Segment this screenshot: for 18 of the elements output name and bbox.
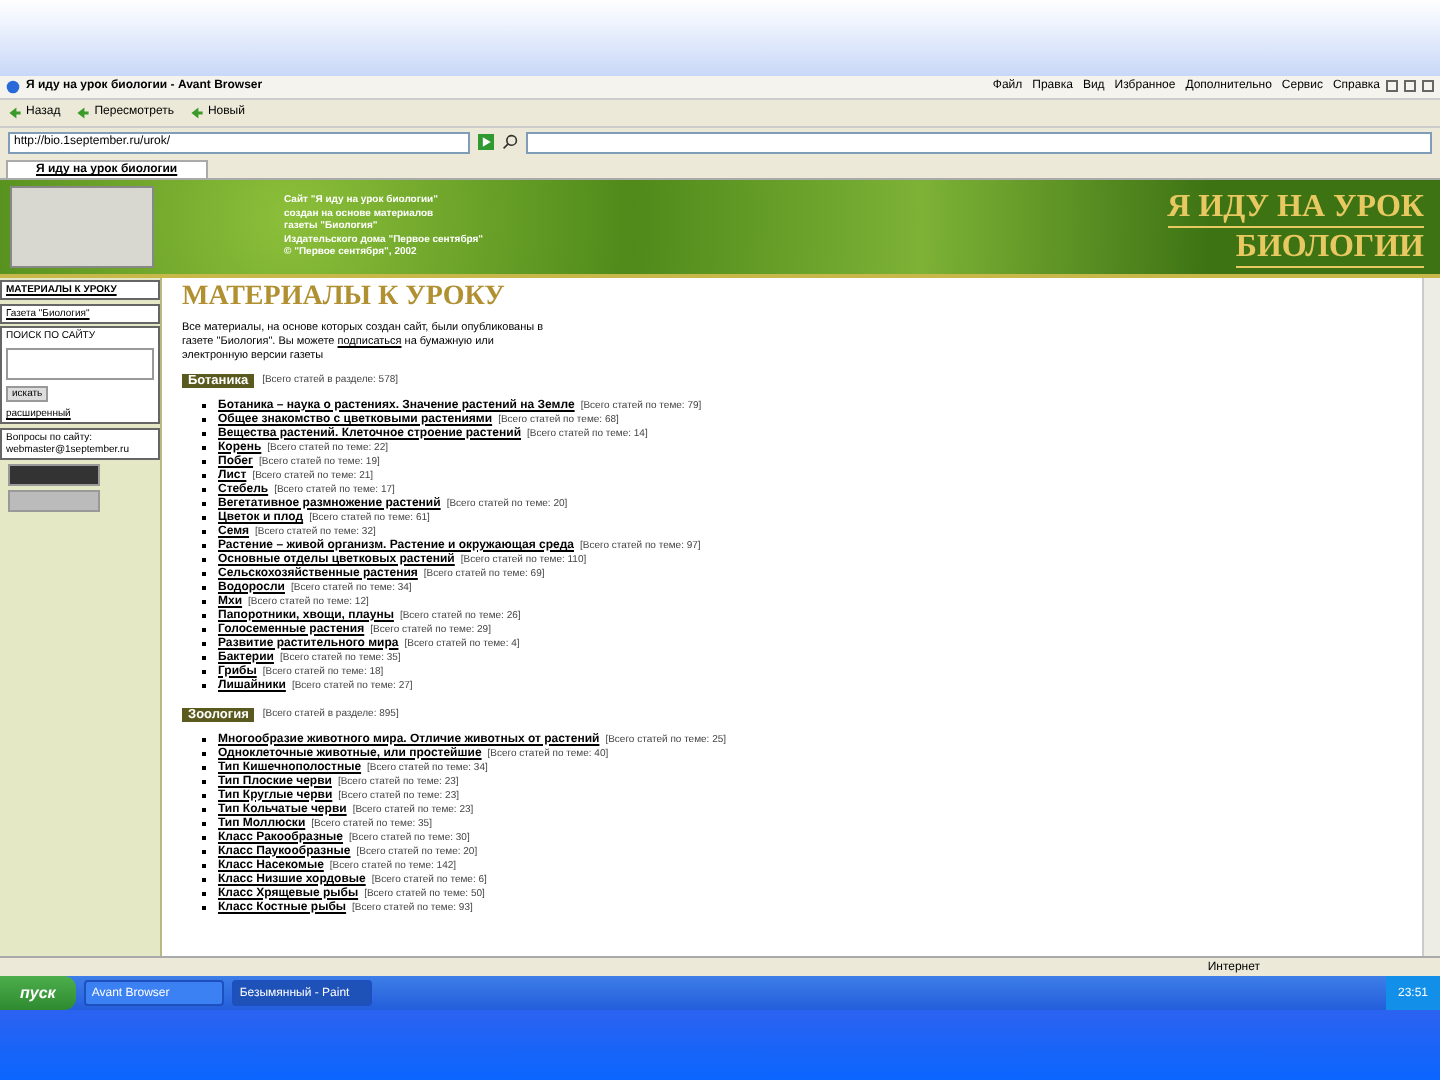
start-button[interactable]: пуск	[0, 976, 76, 1010]
photo-placeholder	[10, 186, 154, 268]
counter-badge[interactable]	[8, 463, 100, 486]
arrow-icon	[8, 105, 22, 120]
search-icon[interactable]	[502, 134, 518, 151]
search-field[interactable]	[526, 131, 1432, 154]
go-icon[interactable]	[478, 134, 494, 151]
minimize-icon[interactable]	[1386, 80, 1398, 93]
arrow-icon	[189, 105, 204, 120]
site-title: БИОЛОГИИ	[1235, 227, 1424, 268]
page-heading: МАТЕРИАЛЫ К УРОКУ	[182, 281, 507, 314]
arrow-icon	[76, 105, 91, 120]
search-input[interactable]	[6, 347, 154, 380]
maximize-icon[interactable]	[1404, 80, 1416, 93]
globe-icon	[6, 79, 20, 94]
scrollbar[interactable]	[1422, 277, 1440, 957]
site-title: Я ИДУ НА УРОК	[1167, 187, 1424, 228]
close-icon[interactable]	[1422, 80, 1434, 93]
